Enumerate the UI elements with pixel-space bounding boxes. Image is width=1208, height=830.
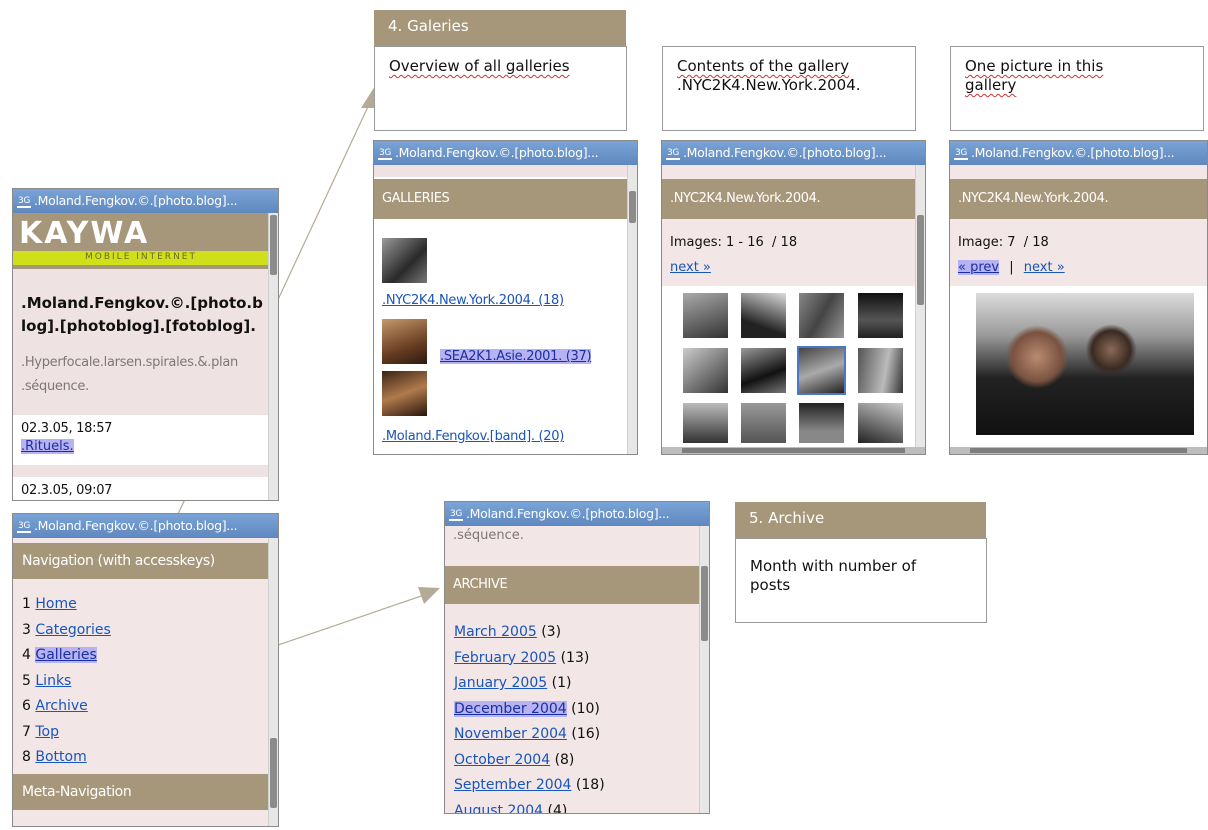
thumbnail[interactable] <box>799 403 844 443</box>
galleries-header: GALLERIES <box>374 179 630 219</box>
horizontal-scrollbar[interactable] <box>950 447 1207 454</box>
gallery-header: .NYC2K4.New.York.2004. <box>662 179 918 219</box>
horizontal-scrollbar[interactable] <box>662 447 925 454</box>
scrollbar[interactable] <box>699 526 709 813</box>
archive-item[interactable]: March 2005 (3) <box>454 620 605 646</box>
nav-item-top[interactable]: 7 Top <box>22 720 111 746</box>
thumbnail[interactable] <box>741 348 786 393</box>
picture-pager: « prev | next » <box>958 260 1065 275</box>
gallery-link-nyc2k4[interactable]: .NYC2K4.New.York.2004. (18) <box>382 293 564 308</box>
window-titlebar: 3G .Moland.Fengkov.©.[photo.blog]... <box>662 141 925 165</box>
images-range: Images: 1 - 16 / 18 <box>670 235 798 250</box>
archive-item[interactable]: September 2004 (18) <box>454 773 605 799</box>
window-titlebar: 3G .Moland.Fengkov.©.[photo.blog]... <box>445 502 709 526</box>
archive-item[interactable]: November 2004 (16) <box>454 722 605 748</box>
gallery-photo <box>976 293 1194 435</box>
kaywa-logo: KAYWA MOBILE INTERNET <box>13 213 271 269</box>
next-link[interactable]: next » <box>670 260 711 275</box>
thumbnail[interactable] <box>858 403 903 443</box>
scrollbar[interactable] <box>915 165 925 454</box>
network-3g-icon: 3G <box>17 520 31 533</box>
gallery-thumbnail[interactable] <box>382 371 427 416</box>
thumbnail[interactable] <box>799 293 844 338</box>
thumbnail[interactable] <box>858 348 903 393</box>
archive-item[interactable]: January 2005 (1) <box>454 671 605 697</box>
meta-navigation-header: Meta-Navigation <box>13 774 271 810</box>
nav-item-archive[interactable]: 6 Archive <box>22 694 111 720</box>
window-titlebar: 3G .Moland.Fengkov.©.[photo.blog]... <box>13 189 278 213</box>
phone-picture-screen: 3G .Moland.Fengkov.©.[photo.blog]... .NYC… <box>949 140 1208 455</box>
thumbnail[interactable] <box>683 293 728 338</box>
archive-item[interactable]: February 2005 (13) <box>454 646 605 672</box>
thumbnail[interactable] <box>741 293 786 338</box>
navigation-list: 1 Home 3 Categories 4 Galleries 5 Links … <box>22 592 111 771</box>
next-link[interactable]: next » <box>1024 260 1065 275</box>
image-position: Image: 7 / 18 <box>958 235 1049 250</box>
window-titlebar: 3G .Moland.Fengkov.©.[photo.blog]... <box>374 141 637 165</box>
thumbnail-grid <box>662 286 918 448</box>
gallery-link-band[interactable]: .Moland.Fengkov.[band]. (20) <box>382 429 564 444</box>
phone-galleries-screen: 3G .Moland.Fengkov.©.[photo.blog]... GALL… <box>373 140 638 455</box>
navigation-header: Navigation (with accesskeys) <box>13 543 271 579</box>
archive-callout: Month with number of posts <box>735 538 987 623</box>
scrollbar[interactable] <box>627 165 637 454</box>
network-3g-icon: 3G <box>954 147 968 160</box>
archive-callout-title: 5. Archive <box>735 502 986 538</box>
archive-list: March 2005 (3) February 2005 (13) Januar… <box>454 620 605 814</box>
nav-item-bottom[interactable]: 8 Bottom <box>22 745 111 771</box>
network-3g-icon: 3G <box>449 508 463 521</box>
archive-item[interactable]: October 2004 (8) <box>454 748 605 774</box>
nav-item-categories[interactable]: 3 Categories <box>22 618 111 644</box>
prev-link[interactable]: « prev <box>958 260 1000 275</box>
gallery-link-sea2k1[interactable]: .SEA2K1.Asie.2001. (37) <box>440 349 592 364</box>
phone-archive-screen: 3G .Moland.Fengkov.©.[photo.blog]... .séq… <box>444 501 710 814</box>
network-3g-icon: 3G <box>666 147 680 160</box>
thumbnail-selected[interactable] <box>797 346 846 395</box>
galleries-callout: Overview of all galleries <box>374 46 627 131</box>
archive-item[interactable]: December 2004 (10) <box>454 697 605 723</box>
archive-header: ARCHIVE <box>445 566 702 604</box>
scrollbar[interactable] <box>268 213 278 500</box>
archive-item[interactable]: August 2004 (4) <box>454 799 605 814</box>
window-titlebar: 3G .Moland.Fengkov.©.[photo.blog]... <box>13 514 278 538</box>
nav-item-links[interactable]: 5 Links <box>22 669 111 695</box>
nav-item-galleries[interactable]: 4 Galleries <box>22 643 111 669</box>
picture-callout: One picture in this gallery <box>950 46 1204 131</box>
archive-top-text: .séquence. <box>453 528 524 543</box>
galleries-callout-title: 4. Galeries <box>374 10 626 46</box>
blog-title: .Moland.Fengkov.©.[photo.b log].[photobl… <box>21 294 263 335</box>
thumbnail[interactable] <box>683 348 728 393</box>
phone-gallery-contents-screen: 3G .Moland.Fengkov.©.[photo.blog]... .NYC… <box>661 140 926 455</box>
scrollbar[interactable] <box>268 538 278 826</box>
thumbnail[interactable] <box>741 403 786 443</box>
window-titlebar: 3G .Moland.Fengkov.©.[photo.blog]... <box>950 141 1207 165</box>
gallery-thumbnail[interactable] <box>382 238 427 283</box>
blog-subtitle: .Hyperfocale.larsen.spirales.&.plan .séq… <box>21 355 238 394</box>
picture-header: .NYC2K4.New.York.2004. <box>950 179 1207 219</box>
network-3g-icon: 3G <box>17 195 31 208</box>
gallery-thumbnail[interactable] <box>382 319 427 364</box>
post-entry[interactable]: 02.3.05, 09:07 <box>13 477 271 500</box>
thumbnail[interactable] <box>858 293 903 338</box>
gallery-contents-callout: Contents of the gallery .NYC2K4.New.York… <box>662 46 916 131</box>
post-link[interactable]: .Rituels. <box>21 439 74 454</box>
thumbnail[interactable] <box>683 403 728 443</box>
nav-item-home[interactable]: 1 Home <box>22 592 111 618</box>
phone-home-screen: 3G .Moland.Fengkov.©.[photo.blog]... KAYW… <box>12 188 279 501</box>
network-3g-icon: 3G <box>378 147 392 160</box>
phone-navigation-screen: 3G .Moland.Fengkov.©.[photo.blog]... Navi… <box>12 513 279 827</box>
post-entry[interactable]: 02.3.05, 18:57 .Rituels. <box>13 415 271 465</box>
